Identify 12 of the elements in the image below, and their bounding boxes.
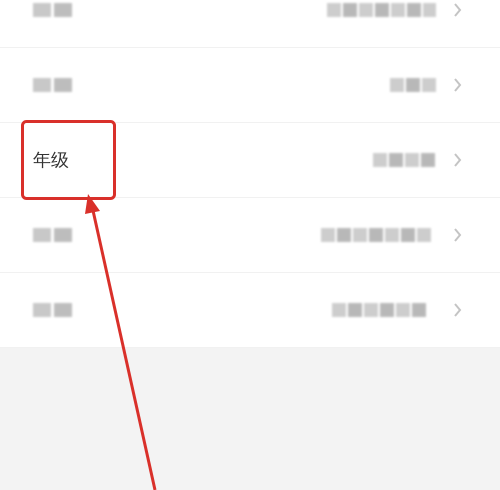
blurred-text-drawing <box>33 1 73 19</box>
blurred-text-drawing <box>390 76 436 94</box>
blurred-text-drawing <box>33 226 73 244</box>
chevron-icon <box>454 153 462 167</box>
chevron-icon <box>454 303 462 317</box>
chevron-icon <box>454 228 462 242</box>
blurred-text-drawing <box>373 151 436 169</box>
row-label: 年级 <box>33 149 69 172</box>
chevron-icon <box>454 78 462 92</box>
blurred-text-drawing <box>33 301 73 319</box>
blurred-text-drawing <box>33 76 73 94</box>
chevron-icon <box>454 3 462 17</box>
